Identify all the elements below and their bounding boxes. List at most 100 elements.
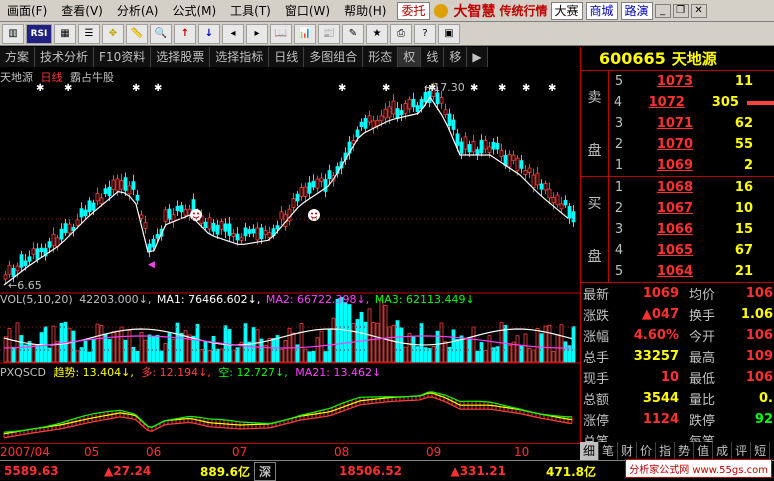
chart-icon[interactable]: 📊: [294, 23, 316, 44]
tab-select-indicator[interactable]: 选择指标: [210, 47, 270, 67]
star-marker-icon: ✱: [498, 83, 506, 94]
info-label: 最低: [688, 372, 715, 387]
ask-row[interactable]: 1 1069 2: [609, 155, 774, 176]
bid-row[interactable]: 1 1068 16: [609, 177, 774, 198]
brand-name: 大智慧: [453, 3, 496, 20]
menu-tools[interactable]: 工具(T): [223, 0, 278, 22]
contest-button[interactable]: 大赛: [550, 1, 583, 20]
info-value: 10: [660, 370, 679, 385]
info-row: 涨幅 4.60% 今开 106: [581, 325, 774, 346]
info-value: 1.06: [740, 307, 773, 322]
detail-tab[interactable]: 成: [713, 442, 733, 460]
pen-icon[interactable]: ✎: [342, 23, 364, 44]
ask-row[interactable]: 5 1073 11: [609, 71, 774, 92]
help-icon[interactable]: ?: [414, 23, 436, 44]
minimize-icon[interactable]: _: [654, 3, 671, 18]
menu-view[interactable]: 查看(V): [54, 0, 110, 22]
news-icon[interactable]: 📰: [318, 23, 340, 44]
brand-logo-icon: [433, 3, 448, 18]
zoom-in-icon[interactable]: ↑: [174, 23, 196, 44]
delegate-button[interactable]: 委托: [397, 1, 430, 20]
tab-rights[interactable]: 权: [398, 47, 422, 67]
stock-code: 600665: [599, 49, 666, 68]
bid-row[interactable]: 5 1064 21: [609, 261, 774, 282]
detail-tab[interactable]: 笔: [599, 442, 619, 460]
tab-arrow-icon[interactable]: ▶: [467, 47, 488, 67]
detail-tab[interactable]: 财: [618, 442, 638, 460]
ask-row[interactable]: 4 1072 305: [609, 92, 774, 113]
book-icon[interactable]: 📖: [270, 23, 292, 44]
menu-analysis[interactable]: 分析(A): [110, 0, 166, 22]
star-marker-icon: ✱: [338, 83, 346, 94]
tab-tech-analysis[interactable]: 技术分析: [35, 47, 95, 67]
info-value: 1124: [642, 412, 679, 427]
rsi-button[interactable]: RSI: [26, 23, 52, 44]
menu-screen[interactable]: 画面(F): [0, 0, 54, 22]
level: 5: [614, 74, 624, 89]
calc-icon[interactable]: ▣: [438, 23, 460, 44]
roadshow-button[interactable]: 路演: [620, 1, 653, 20]
level: 4: [613, 95, 623, 110]
info-label: 最新: [583, 288, 610, 303]
print-icon[interactable]: ⎙: [390, 23, 412, 44]
list-icon[interactable]: ☰: [78, 23, 100, 44]
price: 1068: [656, 180, 693, 195]
star-marker-icon: ✱: [154, 83, 162, 94]
detail-tab[interactable]: 价: [637, 442, 657, 460]
sz-index-amount: 471.8亿: [546, 464, 597, 479]
tab-select-stock[interactable]: 选择股票: [151, 47, 211, 67]
date-label: 10: [514, 445, 530, 459]
tab-pattern[interactable]: 形态: [363, 47, 399, 67]
ask-row[interactable]: 3 1071 62: [609, 113, 774, 134]
menu-window[interactable]: 窗口(W): [278, 0, 337, 22]
ask-book: 卖 盘 5 1073 11 4 1072 305 3 1071 62 2 1070 55 1 1069 2: [581, 71, 774, 177]
volume-layer: [3, 297, 576, 363]
info-value: 33257: [633, 349, 679, 364]
detail-tab[interactable]: 势: [675, 442, 695, 460]
bid-row[interactable]: 4 1065 67: [609, 240, 774, 261]
ask-row[interactable]: 2 1070 55: [609, 134, 774, 155]
magnify-icon[interactable]: 🔍: [150, 23, 172, 44]
level: 1: [614, 158, 624, 173]
crosshair-icon[interactable]: ✥: [102, 23, 124, 44]
kline-chart-icon[interactable]: ▥: [2, 23, 24, 44]
level: 4: [614, 243, 624, 258]
level: 3: [614, 116, 624, 131]
price: 1073: [656, 74, 693, 89]
close-icon[interactable]: ✕: [690, 3, 707, 18]
bid-row[interactable]: 2 1067 10: [609, 198, 774, 219]
detail-tab[interactable]: 细: [580, 442, 600, 460]
star-icon[interactable]: ★: [366, 23, 388, 44]
zoom-out-icon[interactable]: ↓: [198, 23, 220, 44]
ruler-icon[interactable]: 📏: [126, 23, 148, 44]
menu-help[interactable]: 帮助(H): [337, 0, 393, 22]
arrow-left-icon[interactable]: ◂: [222, 23, 244, 44]
arrow-right-icon[interactable]: ▸: [246, 23, 268, 44]
detail-tab[interactable]: 评: [732, 442, 752, 460]
tab-move[interactable]: 移: [444, 47, 468, 67]
tab-multi-chart[interactable]: 多图组合: [304, 47, 364, 67]
date-axis: 2007/04 05 06 07 08 09 10: [0, 443, 580, 460]
tab-f10[interactable]: F10资料: [94, 47, 152, 67]
price: 1071: [656, 116, 693, 131]
kline-chart-area[interactable]: ✱ ✱ ✱ ✱ ✱ ✱ ✱ ✱ ✱ ✱ ✱ ◀ 天地源 日线 霸占牛股 ←17.30 ←6.65 VO…: [0, 67, 580, 462]
tab-scheme[interactable]: 方案: [0, 47, 36, 67]
menu-formula[interactable]: 公式(M): [165, 0, 223, 22]
detail-tab[interactable]: 短: [751, 442, 771, 460]
function-tab-bar: 方案 技术分析 F10资料 选择股票 选择指标 日线 多图组合 形态 权 线 移…: [0, 47, 580, 67]
date-label: 07: [232, 445, 248, 459]
tab-daily[interactable]: 日线: [269, 47, 305, 67]
grid-icon[interactable]: ▦: [54, 23, 76, 44]
info-label: 量比: [688, 393, 715, 408]
restore-icon[interactable]: ❐: [672, 3, 689, 18]
star-marker-icon: ✱: [548, 83, 556, 94]
mall-button[interactable]: 商城: [585, 1, 618, 20]
tab-line[interactable]: 线: [421, 47, 445, 67]
info-row: 最新 1069 均价 106: [581, 283, 774, 304]
volume: 15: [734, 222, 753, 237]
bid-row[interactable]: 3 1066 15: [609, 219, 774, 240]
detail-tab[interactable]: 值: [694, 442, 714, 460]
volume: 10: [734, 201, 753, 216]
detail-tab[interactable]: 指: [656, 442, 676, 460]
quote-panel: 600665 天地源 卖 盘 5 1073 11 4 1072 305 3 1071 62 2 10…: [580, 47, 774, 450]
